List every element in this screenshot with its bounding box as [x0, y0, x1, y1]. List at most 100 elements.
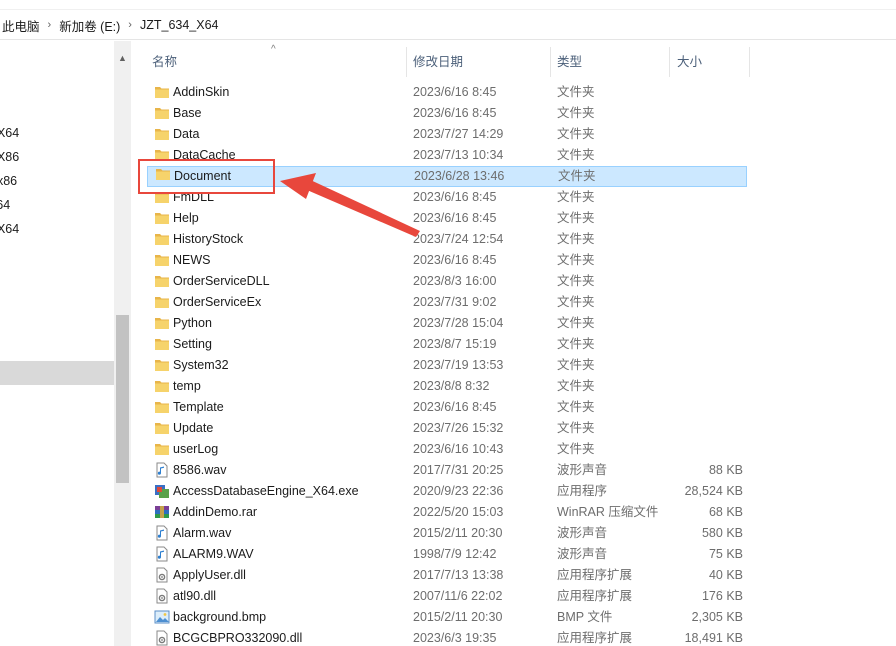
column-divider[interactable] [669, 47, 670, 77]
breadcrumb-this-pc[interactable]: 此电脑 [2, 16, 40, 35]
file-row[interactable]: Alarm.wav 2015/2/11 20:30 波形声音 580 KB [147, 523, 747, 544]
column-header-date[interactable]: 修改日期 [413, 41, 463, 82]
file-name: background.bmp [173, 610, 267, 624]
address-bar[interactable]: 此电脑 › 新加卷 (E:) › JZT_634_X64 [0, 11, 896, 40]
file-name: ApplyUser.dll [173, 568, 246, 582]
file-row[interactable]: OrderServiceEx 2023/7/31 9:02 文件夹 [147, 292, 747, 313]
file-row[interactable]: Data 2023/7/27 14:29 文件夹 [147, 124, 747, 145]
dll-file-icon [154, 588, 170, 605]
nav-item[interactable]: _x86 [0, 169, 114, 193]
file-date-modified: 2020/9/23 22:36 [413, 484, 504, 498]
file-row[interactable]: System32 2023/7/19 13:53 文件夹 [147, 355, 747, 376]
file-size: 40 KB [708, 568, 743, 582]
file-date-modified: 2023/8/8 8:32 [413, 379, 490, 393]
file-row[interactable]: Base 2023/6/16 8:45 文件夹 [147, 103, 747, 124]
file-date-modified: 2023/8/3 16:00 [413, 274, 497, 288]
file-name: 8586.wav [173, 463, 227, 477]
folder-icon [154, 294, 170, 311]
file-row[interactable]: AccessDatabaseEngine_X64.exe 2020/9/23 22… [147, 481, 747, 502]
file-date-modified: 2023/7/26 15:32 [413, 421, 504, 435]
file-name: ALARM9.WAV [173, 547, 254, 561]
file-size: 88 KB [708, 463, 743, 477]
file-name: Data [173, 127, 200, 141]
column-header-size[interactable]: 大小 [677, 41, 702, 82]
file-date-modified: 2023/7/19 13:53 [413, 358, 504, 372]
file-row[interactable]: NEWS 2023/6/16 8:45 文件夹 [147, 250, 747, 271]
nav-item[interactable]: 4 [0, 289, 114, 313]
nav-item[interactable]: 4 [0, 97, 114, 121]
file-row[interactable]: userLog 2023/6/16 10:43 文件夹 [147, 439, 747, 460]
file-size [617, 145, 743, 166]
nav-item[interactable] [0, 337, 114, 361]
file-date-modified: 2023/6/16 8:45 [413, 106, 497, 120]
folder-icon [154, 84, 170, 101]
folder-icon [154, 126, 170, 143]
file-name: Template [173, 400, 224, 414]
file-row[interactable]: Template 2023/6/16 8:45 文件夹 [147, 397, 747, 418]
dll-file-icon [154, 630, 170, 646]
file-name: AddinSkin [173, 85, 230, 99]
column-divider[interactable] [550, 47, 551, 77]
folder-icon [154, 315, 170, 332]
file-size [617, 250, 743, 271]
file-size [617, 439, 743, 460]
nav-item[interactable] [0, 241, 114, 265]
file-row[interactable]: Python 2023/7/28 15:04 文件夹 [147, 313, 747, 334]
file-size [617, 271, 743, 292]
nav-item[interactable] [0, 265, 114, 289]
file-row[interactable]: OrderServiceDLL 2023/8/3 16:00 文件夹 [147, 271, 747, 292]
file-size [617, 82, 743, 103]
file-date-modified: 2023/6/16 8:45 [413, 400, 497, 414]
file-row[interactable]: Help 2023/6/16 8:45 文件夹 [147, 208, 747, 229]
file-row[interactable]: Setting 2023/8/7 15:19 文件夹 [147, 334, 747, 355]
file-row[interactable]: BCGCBPRO332090.dll 2023/6/3 19:35 应用程序扩展 18… [147, 628, 747, 646]
file-date-modified: 2015/2/11 20:30 [413, 610, 503, 624]
breadcrumb-separator-icon[interactable]: › [48, 19, 52, 31]
file-row[interactable]: ALARM9.WAV 1998/7/9 12:42 波形声音 75 KB [147, 544, 747, 565]
folder-icon [154, 231, 170, 248]
file-name: Alarm.wav [173, 526, 232, 540]
installer-exe-icon [154, 483, 170, 500]
nav-item-label: _X64 [0, 222, 20, 236]
file-date-modified: 2017/7/31 20:25 [413, 463, 504, 477]
file-row[interactable]: Update 2023/7/26 15:32 文件夹 [147, 418, 747, 439]
column-header-name[interactable]: 名称 [152, 41, 177, 82]
nav-item[interactable] [0, 361, 114, 385]
column-divider[interactable] [406, 47, 407, 77]
file-date-modified: 2023/6/16 8:45 [413, 211, 497, 225]
file-size: 18,491 KB [684, 631, 743, 645]
column-header-type[interactable]: 类型 [557, 41, 582, 82]
file-row[interactable]: temp 2023/8/8 8:32 文件夹 [147, 376, 747, 397]
breadcrumb-drive-e[interactable]: 新加卷 (E:) [59, 16, 120, 35]
file-row[interactable]: HistoryStock 2023/7/24 12:54 文件夹 [147, 229, 747, 250]
nav-item[interactable]: _X86 [0, 145, 114, 169]
nav-item[interactable]: 5 [0, 313, 114, 337]
breadcrumb-separator-icon[interactable]: › [128, 19, 132, 31]
navigation-pane: 44_X64_X86_x86x64_X6445 [0, 41, 114, 646]
file-row[interactable]: background.bmp 2015/2/11 20:30 BMP 文件 2,305… [147, 607, 747, 628]
file-date-modified: 2023/6/16 10:43 [413, 442, 504, 456]
file-date-modified: 2015/2/11 20:30 [413, 526, 503, 540]
nav-item[interactable]: 4 [0, 73, 114, 97]
column-divider[interactable] [749, 47, 750, 77]
file-name: NEWS [173, 253, 211, 267]
file-name: Setting [173, 337, 212, 351]
nav-item-label: x64 [0, 198, 11, 212]
scroll-up-arrow-icon[interactable]: ▲ [114, 49, 131, 66]
navigation-pane-scrollbar[interactable]: ▲ [114, 41, 131, 646]
nav-item[interactable]: x64 [0, 193, 114, 217]
nav-item[interactable]: _X64 [0, 217, 114, 241]
file-row[interactable]: atl90.dll 2007/11/6 22:02 应用程序扩展 176 KB [147, 586, 747, 607]
file-row[interactable]: AddinDemo.rar 2022/5/20 15:03 WinRAR 压缩文件 6… [147, 502, 747, 523]
file-size [617, 313, 743, 334]
annotation-arrow-icon [280, 173, 420, 237]
file-name: Base [173, 106, 202, 120]
nav-item[interactable]: _X64 [0, 121, 114, 145]
file-row[interactable]: AddinSkin 2023/6/16 8:45 文件夹 [147, 82, 747, 103]
file-date-modified: 2023/6/3 19:35 [413, 631, 497, 645]
breadcrumb-current-folder[interactable]: JZT_634_X64 [140, 18, 219, 32]
scrollbar-thumb[interactable] [116, 315, 129, 483]
file-row[interactable]: 8586.wav 2017/7/31 20:25 波形声音 88 KB [147, 460, 747, 481]
file-name: AddinDemo.rar [173, 505, 258, 519]
file-row[interactable]: ApplyUser.dll 2017/7/13 13:38 应用程序扩展 40 KB [147, 565, 747, 586]
